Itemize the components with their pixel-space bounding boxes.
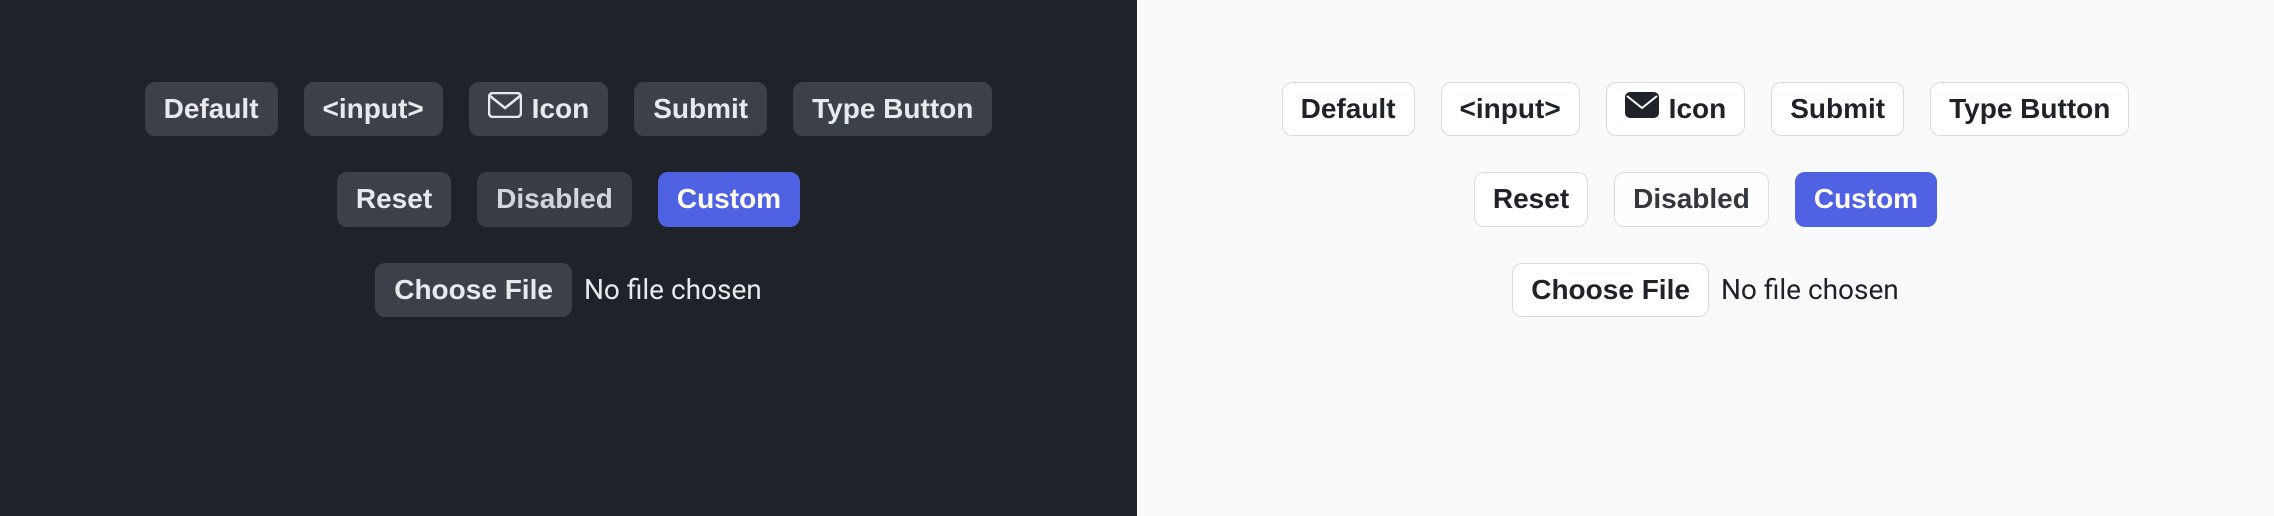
dark-theme-panel: Default <input> Icon Submit Type Button … — [0, 0, 1137, 516]
type-button[interactable]: Type Button — [793, 82, 992, 136]
choose-file-button[interactable]: Choose File — [375, 263, 572, 317]
light-theme-panel: Default <input> Icon Submit Type Button … — [1137, 0, 2274, 516]
button-row-2: Reset Disabled Custom — [337, 172, 800, 226]
icon-button[interactable]: Icon — [1606, 82, 1746, 136]
file-status-text: No file chosen — [584, 273, 762, 306]
button-row-1: Default <input> Icon Submit Type Button — [1282, 82, 2130, 136]
button-row-2: Reset Disabled Custom — [1474, 172, 1937, 226]
default-button[interactable]: Default — [1282, 82, 1415, 136]
reset-button[interactable]: Reset — [337, 172, 451, 226]
input-button[interactable]: <input> — [304, 82, 443, 136]
file-input-row: Choose File No file chosen — [375, 263, 762, 317]
disabled-button: Disabled — [1614, 172, 1769, 226]
submit-button[interactable]: Submit — [1771, 82, 1904, 136]
custom-button[interactable]: Custom — [658, 172, 800, 226]
submit-button[interactable]: Submit — [634, 82, 767, 136]
icon-button-label: Icon — [532, 91, 590, 127]
default-button[interactable]: Default — [145, 82, 278, 136]
choose-file-button[interactable]: Choose File — [1512, 263, 1709, 317]
button-row-1: Default <input> Icon Submit Type Button — [145, 82, 993, 136]
input-button[interactable]: <input> — [1441, 82, 1580, 136]
type-button[interactable]: Type Button — [1930, 82, 2129, 136]
disabled-button: Disabled — [477, 172, 632, 226]
icon-button[interactable]: Icon — [469, 82, 609, 136]
file-input-row: Choose File No file chosen — [1512, 263, 1899, 317]
icon-button-label: Icon — [1669, 91, 1727, 127]
mail-icon — [488, 91, 522, 127]
file-status-text: No file chosen — [1721, 273, 1899, 306]
reset-button[interactable]: Reset — [1474, 172, 1588, 226]
mail-icon — [1625, 91, 1659, 127]
custom-button[interactable]: Custom — [1795, 172, 1937, 226]
